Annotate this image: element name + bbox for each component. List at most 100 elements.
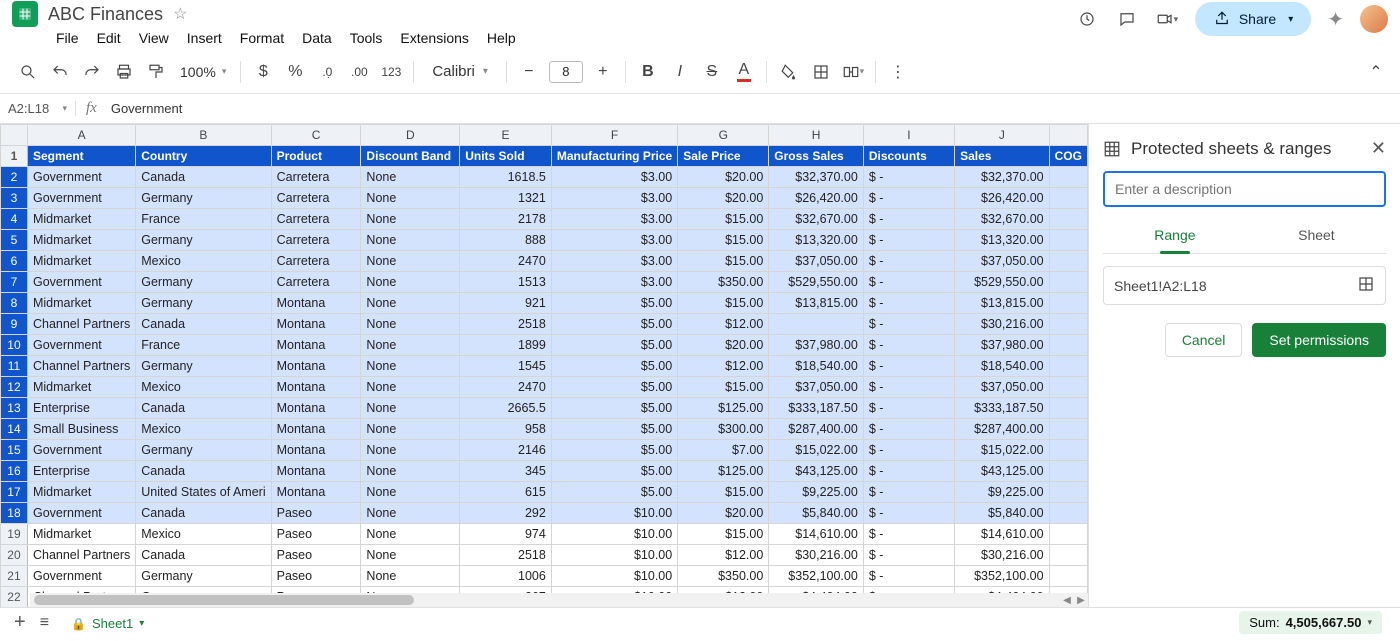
cell[interactable]: $ - xyxy=(863,335,954,356)
cell[interactable]: $43,125.00 xyxy=(955,461,1050,482)
sheets-logo-icon[interactable] xyxy=(12,1,38,27)
cell[interactable]: $20.00 xyxy=(678,188,769,209)
cell[interactable]: Government xyxy=(27,440,135,461)
cell[interactable]: $37,980.00 xyxy=(769,335,864,356)
row-header[interactable]: 1 xyxy=(1,146,28,167)
menu-data[interactable]: Data xyxy=(302,30,332,46)
cell[interactable]: $350.00 xyxy=(678,566,769,587)
cell[interactable]: $ - xyxy=(863,167,954,188)
strikethrough-icon[interactable]: S xyxy=(698,58,726,86)
tab-range[interactable]: Range xyxy=(1150,219,1199,253)
menu-edit[interactable]: Edit xyxy=(97,30,121,46)
cell[interactable]: $529,550.00 xyxy=(955,272,1050,293)
cell[interactable]: None xyxy=(361,524,460,545)
cell[interactable]: Midmarket xyxy=(27,209,135,230)
cell[interactable]: Mexico xyxy=(136,419,271,440)
row-header[interactable]: 20 xyxy=(1,545,28,566)
fill-color-icon[interactable] xyxy=(775,58,803,86)
header-cell[interactable]: Sales xyxy=(955,146,1050,167)
tab-sheet[interactable]: Sheet xyxy=(1294,219,1339,253)
cell[interactable]: $15.00 xyxy=(678,209,769,230)
cell[interactable]: $20.00 xyxy=(678,335,769,356)
cell[interactable]: $ - xyxy=(863,293,954,314)
cell[interactable]: $ - xyxy=(863,251,954,272)
cell[interactable]: $7.00 xyxy=(678,440,769,461)
cell[interactable]: $20.00 xyxy=(678,167,769,188)
zoom-select[interactable]: 100%▾ xyxy=(174,64,232,80)
header-cell-extra[interactable]: COG xyxy=(1049,146,1087,167)
cell[interactable]: Canada xyxy=(136,461,271,482)
cell[interactable]: None xyxy=(361,167,460,188)
cell[interactable]: Carretera xyxy=(271,209,361,230)
cell[interactable]: $15.00 xyxy=(678,251,769,272)
cell[interactable] xyxy=(769,314,864,335)
cell[interactable]: $ - xyxy=(863,503,954,524)
cell[interactable]: 2470 xyxy=(460,377,552,398)
menu-extensions[interactable]: Extensions xyxy=(400,30,468,46)
cell[interactable] xyxy=(1049,419,1087,440)
history-icon[interactable] xyxy=(1075,7,1099,31)
cell[interactable]: $10.00 xyxy=(551,524,677,545)
description-input[interactable] xyxy=(1103,171,1386,207)
cell[interactable]: Carretera xyxy=(271,272,361,293)
cell[interactable] xyxy=(1049,461,1087,482)
cell[interactable]: 1545 xyxy=(460,356,552,377)
font-select[interactable]: Calibri▾ xyxy=(422,63,498,80)
cell[interactable]: None xyxy=(361,503,460,524)
cell[interactable]: $15.00 xyxy=(678,524,769,545)
cell[interactable]: Midmarket xyxy=(27,230,135,251)
close-icon[interactable]: ✕ xyxy=(1371,138,1386,159)
cell[interactable]: France xyxy=(136,335,271,356)
row-header[interactable]: 15 xyxy=(1,440,28,461)
avatar[interactable] xyxy=(1360,5,1388,33)
row-header[interactable]: 4 xyxy=(1,209,28,230)
cell[interactable]: Government xyxy=(27,566,135,587)
cell[interactable]: $ - xyxy=(863,440,954,461)
cell[interactable]: Government xyxy=(27,503,135,524)
cell[interactable]: $15,022.00 xyxy=(955,440,1050,461)
cell[interactable]: $9,225.00 xyxy=(955,482,1050,503)
cell[interactable] xyxy=(1049,524,1087,545)
cell[interactable]: $3.00 xyxy=(551,167,677,188)
font-size-plus[interactable]: + xyxy=(589,58,617,86)
cell[interactable]: Germany xyxy=(136,272,271,293)
cell[interactable]: $37,050.00 xyxy=(955,377,1050,398)
cell[interactable] xyxy=(1049,482,1087,503)
header-cell[interactable]: Product xyxy=(271,146,361,167)
cell[interactable]: $5.00 xyxy=(551,440,677,461)
horizontal-scrollbar[interactable]: ◀ ▶ xyxy=(30,593,1088,607)
cell[interactable]: $ - xyxy=(863,419,954,440)
grid[interactable]: ABCDEFGHIJ1SegmentCountryProductDiscount… xyxy=(0,124,1088,607)
cell[interactable] xyxy=(1049,272,1087,293)
cell[interactable]: $9,225.00 xyxy=(769,482,864,503)
cell[interactable]: Midmarket xyxy=(27,293,135,314)
cell[interactable]: Canada xyxy=(136,545,271,566)
cell[interactable]: 888 xyxy=(460,230,552,251)
search-icon[interactable] xyxy=(14,58,42,86)
cell[interactable]: $10.00 xyxy=(551,503,677,524)
cell[interactable]: Canada xyxy=(136,503,271,524)
scroll-right-icon[interactable]: ▶ xyxy=(1074,595,1088,606)
cell[interactable]: $18,540.00 xyxy=(955,356,1050,377)
cell[interactable]: Montana xyxy=(271,335,361,356)
cell[interactable]: $15.00 xyxy=(678,377,769,398)
share-button[interactable]: Share ▾ xyxy=(1195,2,1311,36)
cell[interactable] xyxy=(1049,503,1087,524)
cell[interactable]: $ - xyxy=(863,272,954,293)
cell[interactable]: 1513 xyxy=(460,272,552,293)
row-header[interactable]: 10 xyxy=(1,335,28,356)
header-cell[interactable]: Discount Band xyxy=(361,146,460,167)
cell[interactable]: Montana xyxy=(271,461,361,482)
cell[interactable]: $352,100.00 xyxy=(955,566,1050,587)
cell[interactable]: $3.00 xyxy=(551,251,677,272)
col-header-extra[interactable] xyxy=(1049,125,1087,146)
cell[interactable]: $20.00 xyxy=(678,503,769,524)
italic-icon[interactable]: I xyxy=(666,58,694,86)
cell[interactable] xyxy=(1049,293,1087,314)
cell[interactable]: None xyxy=(361,398,460,419)
cell[interactable]: $32,370.00 xyxy=(769,167,864,188)
cell[interactable]: Government xyxy=(27,188,135,209)
meet-icon[interactable]: ▾ xyxy=(1155,7,1179,31)
cell[interactable] xyxy=(1049,335,1087,356)
menu-insert[interactable]: Insert xyxy=(187,30,222,46)
